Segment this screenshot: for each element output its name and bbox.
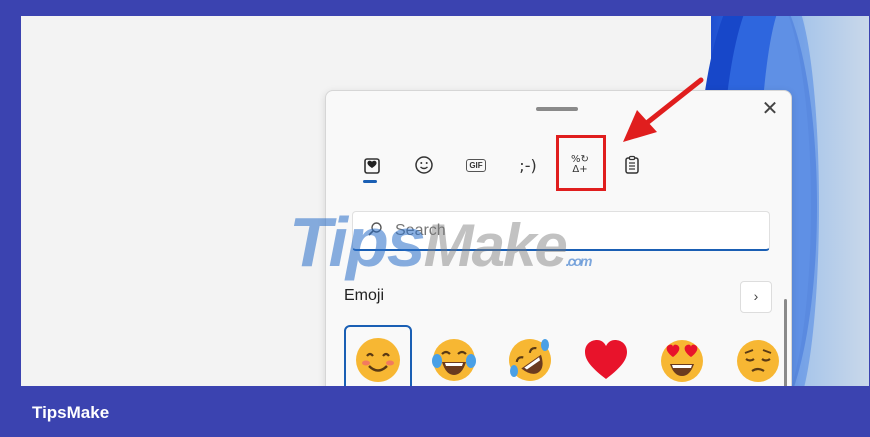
emoji-red-heart[interactable] <box>572 325 640 386</box>
brand-label: TipsMake <box>32 403 110 422</box>
close-button[interactable]: ✕ <box>758 97 782 121</box>
desktop-screen: ✕ GIF ;-) %↻ Δ+ Search Emoji › TipsMake.… <box>21 16 869 386</box>
gif-icon: GIF <box>466 158 486 172</box>
rolling-laughing-icon <box>509 339 551 381</box>
emoji-pensive-face[interactable] <box>724 325 791 386</box>
emoji-smiling-face[interactable] <box>344 325 412 386</box>
emoji-tears-of-joy[interactable] <box>420 325 488 386</box>
smiling-face-icon <box>356 338 400 382</box>
emoji-grid <box>344 325 779 386</box>
clipboard-heart-icon <box>364 158 380 174</box>
red-heart-icon <box>585 340 627 379</box>
tears-of-joy-icon <box>432 339 476 381</box>
tab-emoji[interactable] <box>406 149 442 181</box>
kaomoji-icon: ;-) <box>519 155 537 175</box>
symbols-tab-highlight-box <box>556 135 606 191</box>
emoji-heart-eyes[interactable] <box>648 325 716 386</box>
category-tabs: GIF ;-) %↻ Δ+ <box>354 149 654 185</box>
emoji-rolling-laughing[interactable] <box>496 325 564 386</box>
smiley-icon <box>415 156 433 174</box>
drag-handle[interactable] <box>536 107 578 111</box>
section-label-emoji: Emoji <box>344 287 385 304</box>
clipboard-icon <box>625 155 639 174</box>
tab-favorites[interactable] <box>354 149 390 181</box>
watermark: TipsMake.com <box>289 203 592 281</box>
red-arrow-annotation <box>623 77 704 142</box>
tab-clipboard-history[interactable] <box>614 149 650 181</box>
heart-eyes-icon <box>661 340 703 382</box>
tab-kaomoji[interactable]: ;-) <box>510 149 546 181</box>
tab-gif[interactable]: GIF <box>458 149 494 181</box>
pensive-face-icon <box>737 340 779 382</box>
section-expand-button[interactable]: › <box>740 281 772 313</box>
active-tab-indicator <box>363 180 377 183</box>
caption-bar: TipsMake <box>0 386 870 437</box>
